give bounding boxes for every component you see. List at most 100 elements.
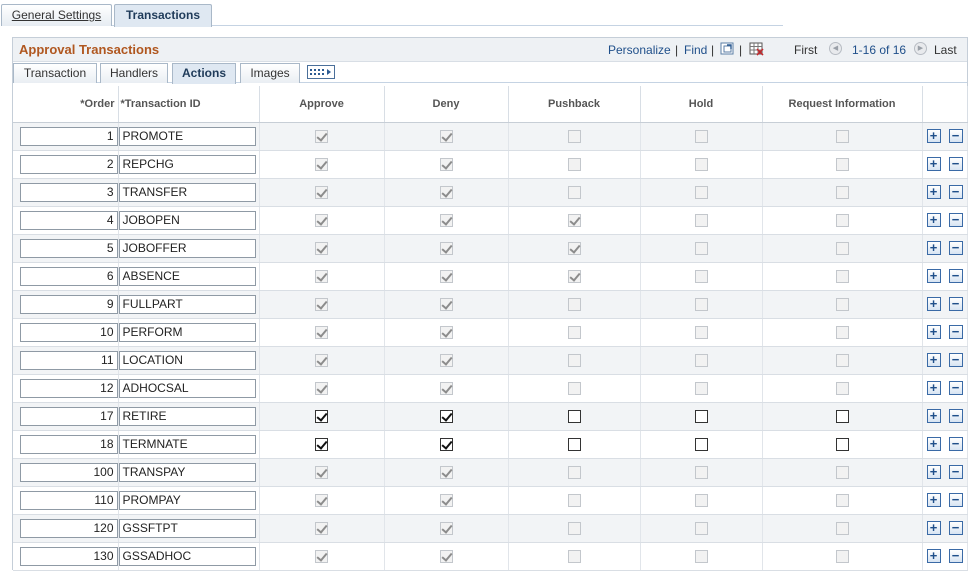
subtab-images[interactable]: Images (240, 63, 300, 83)
request-checkbox[interactable] (835, 438, 849, 452)
transaction-id-input[interactable]: TERMNATE (118, 434, 256, 454)
col-order[interactable]: *Order (13, 86, 119, 123)
delete-row-icon[interactable]: − (948, 549, 963, 564)
col-transaction-id[interactable]: *Transaction ID (118, 86, 260, 123)
order-input[interactable]: 100 (19, 462, 118, 482)
col-hold[interactable]: Hold (640, 86, 763, 123)
delete-row-icon[interactable]: − (948, 521, 963, 536)
transaction-id-input[interactable]: PERFORM (118, 322, 256, 342)
transaction-id-input[interactable]: ABSENCE (118, 266, 256, 286)
order-input[interactable]: 6 (19, 266, 118, 286)
approve-checkbox[interactable] (315, 438, 328, 452)
add-row-icon[interactable]: + (926, 157, 941, 172)
delete-row-icon[interactable]: − (948, 157, 963, 172)
hold-checkbox[interactable] (694, 438, 708, 452)
transaction-id-input[interactable]: ADHOCSAL (118, 378, 256, 398)
pushback-checkbox[interactable] (567, 410, 581, 424)
col-request-information[interactable]: Request Information (762, 86, 923, 123)
add-row-icon[interactable]: + (926, 269, 941, 284)
order-input[interactable]: 130 (19, 546, 118, 566)
order-input[interactable]: 110 (19, 490, 118, 510)
delete-row-icon[interactable]: − (948, 297, 963, 312)
order-input[interactable]: 10 (19, 322, 118, 342)
find-link[interactable]: Find (684, 43, 707, 57)
add-row-icon[interactable]: + (926, 297, 941, 312)
add-row-icon[interactable]: + (926, 129, 941, 144)
zoom-icon[interactable] (720, 42, 735, 56)
tab-transactions[interactable]: Transactions (114, 4, 212, 27)
delete-row-icon[interactable]: − (948, 213, 963, 228)
personalize-link[interactable]: Personalize (608, 43, 671, 57)
add-row-icon[interactable]: + (926, 353, 941, 368)
last-arrow-icon[interactable]: ▶ (914, 42, 927, 55)
add-row-icon[interactable]: + (926, 241, 941, 256)
delete-row-icon[interactable]: − (948, 353, 963, 368)
request-checkbox[interactable] (835, 410, 849, 424)
delete-row-icon[interactable]: − (948, 465, 963, 480)
transaction-id-input[interactable]: GSSFTPT (118, 518, 256, 538)
subtab-transaction[interactable]: Transaction (13, 63, 97, 83)
subtab-handlers[interactable]: Handlers (100, 63, 168, 83)
subtab-actions[interactable]: Actions (172, 63, 236, 84)
first-arrow-icon[interactable]: ◀ (829, 42, 842, 55)
transaction-id-input[interactable]: TRANSFER (118, 182, 256, 202)
order-input[interactable]: 11 (19, 350, 118, 370)
transaction-id-input[interactable]: PROMPAY (118, 490, 256, 510)
order-input[interactable]: 5 (19, 238, 118, 258)
transaction-id-input[interactable]: JOBOPEN (118, 210, 256, 230)
delete-row-icon[interactable]: − (948, 269, 963, 284)
delete-row-icon[interactable]: − (948, 185, 963, 200)
hold-checkbox[interactable] (694, 410, 708, 424)
delete-row-icon[interactable]: − (948, 381, 963, 396)
delete-row-icon[interactable]: − (948, 241, 963, 256)
show-all-columns-icon[interactable] (307, 65, 335, 79)
delete-row-icon[interactable]: − (948, 437, 963, 452)
order-input[interactable]: 120 (19, 518, 118, 538)
delete-row-icon[interactable]: − (948, 493, 963, 508)
add-row-icon[interactable]: + (926, 185, 941, 200)
transaction-id-input[interactable]: PROMOTE (118, 126, 256, 146)
transaction-id-input[interactable]: REPCHG (118, 154, 256, 174)
order-input[interactable]: 2 (19, 154, 118, 174)
cell-deny (384, 206, 509, 235)
delete-row-icon[interactable]: − (948, 325, 963, 340)
add-row-icon[interactable]: + (926, 381, 941, 396)
download-icon[interactable] (749, 42, 764, 56)
transaction-id-input[interactable]: FULLPART (118, 294, 256, 314)
cell-approve (259, 150, 385, 179)
cell-request (762, 206, 923, 235)
order-input[interactable]: 4 (19, 210, 118, 230)
transaction-id-input[interactable]: RETIRE (118, 406, 256, 426)
transaction-id-input[interactable]: TRANSPAY (118, 462, 256, 482)
pushback-checkbox[interactable] (567, 438, 581, 452)
tab-general-settings[interactable]: General Settings (1, 4, 112, 26)
add-row-icon[interactable]: + (926, 549, 941, 564)
deny-checkbox[interactable] (439, 438, 453, 452)
add-row-icon[interactable]: + (926, 409, 941, 424)
add-row-icon[interactable]: + (926, 521, 941, 536)
transaction-id-input[interactable]: GSSADHOC (118, 546, 256, 566)
delete-row-icon[interactable]: − (948, 129, 963, 144)
approve-checkbox[interactable] (315, 410, 328, 424)
order-input[interactable]: 1 (19, 126, 118, 146)
order-input[interactable]: 12 (19, 378, 118, 398)
add-row-icon[interactable]: + (926, 213, 941, 228)
deny-checkbox[interactable] (439, 410, 453, 424)
order-input[interactable]: 9 (19, 294, 118, 314)
col-pushback[interactable]: Pushback (508, 86, 641, 123)
add-row-icon[interactable]: + (926, 325, 941, 340)
add-row-icon[interactable]: + (926, 465, 941, 480)
col-approve[interactable]: Approve (259, 86, 385, 123)
add-row-icon[interactable]: + (926, 437, 941, 452)
transaction-id-input[interactable]: JOBOFFER (118, 238, 256, 258)
transaction-id-input[interactable]: LOCATION (118, 350, 256, 370)
cell-approve (259, 374, 385, 403)
order-input[interactable]: 17 (19, 406, 118, 426)
delete-row-icon[interactable]: − (948, 409, 963, 424)
cell-request (762, 542, 923, 571)
order-input[interactable]: 3 (19, 182, 118, 202)
col-deny[interactable]: Deny (384, 86, 509, 123)
add-row-icon[interactable]: + (926, 493, 941, 508)
order-input[interactable]: 18 (19, 434, 118, 454)
request-checkbox (835, 382, 849, 396)
